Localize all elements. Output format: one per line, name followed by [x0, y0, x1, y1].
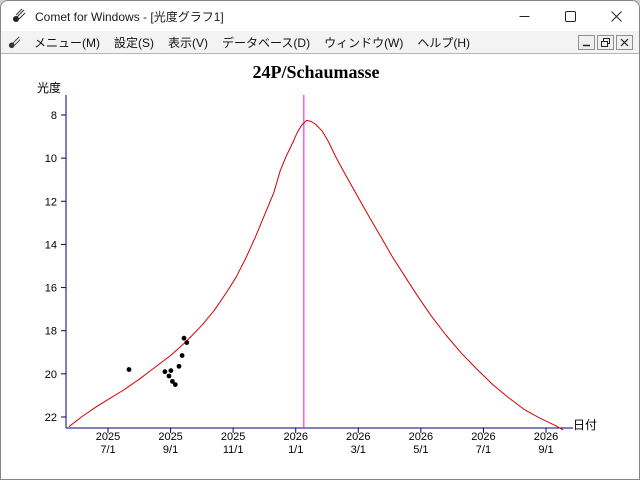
minimize-icon[interactable] — [501, 1, 547, 31]
app-window: Comet for Windows - [光度グラフ1] — [0, 0, 640, 480]
menu-item-help[interactable]: ヘルプ(H) — [410, 32, 477, 53]
y-tick-label: 18 — [45, 326, 57, 338]
menu-item-window[interactable]: ウィンドウ(W) — [317, 32, 410, 53]
x-tick-date: 11/1 — [223, 444, 244, 456]
x-tick-year: 2026 — [534, 431, 558, 443]
x-tick-date: 3/1 — [351, 444, 366, 456]
chart-area: 24P/Schaumasse 光度 日付 8 10 12 14 16 18 20 22 2025… — [1, 54, 639, 480]
mdi-minimize-icon[interactable] — [578, 35, 595, 50]
maximize-icon[interactable] — [547, 1, 593, 31]
observation-point — [182, 336, 187, 341]
chart-plot: 81012141618202220257/120259/1202511/1202… — [45, 95, 573, 456]
x-tick-date: 5/1 — [413, 444, 428, 456]
window-controls — [501, 1, 639, 31]
observation-point — [180, 353, 185, 358]
x-tick-year: 2026 — [471, 431, 495, 443]
x-tick-date: 1/1 — [288, 444, 303, 456]
menubar: メニュー(M) 設定(S) 表示(V) データベース(D) ウィンドウ(W) ヘ… — [1, 31, 639, 54]
x-tick-date: 9/1 — [163, 444, 178, 456]
y-tick-label: 8 — [51, 110, 57, 122]
x-tick-year: 2026 — [346, 431, 370, 443]
observation-point — [173, 382, 178, 387]
predicted-light-curve — [69, 120, 563, 430]
menu-item-database[interactable]: データベース(D) — [215, 32, 317, 53]
mdi-child-controls — [578, 35, 636, 50]
close-icon[interactable] — [593, 1, 639, 31]
y-tick-label: 10 — [45, 153, 57, 165]
x-tick-date: 9/1 — [538, 444, 553, 456]
observation-point — [167, 374, 172, 379]
menu-item-settings[interactable]: 設定(S) — [107, 32, 161, 53]
y-tick-label: 22 — [45, 412, 57, 424]
observation-point — [184, 340, 189, 345]
y-tick-label: 14 — [45, 239, 57, 251]
child-window-icon[interactable] — [7, 35, 22, 50]
y-axis-label: 光度 — [37, 80, 61, 95]
x-tick-year: 2025 — [158, 431, 182, 443]
x-tick-year: 2025 — [96, 431, 120, 443]
x-tick-year: 2025 — [221, 431, 245, 443]
menu-item-menu[interactable]: メニュー(M) — [27, 32, 107, 53]
x-tick-date: 7/1 — [476, 444, 491, 456]
mdi-close-icon[interactable] — [616, 35, 633, 50]
y-tick-label: 16 — [45, 283, 57, 295]
observation-point — [163, 369, 168, 374]
window-title: Comet for Windows - [光度グラフ1] — [35, 8, 224, 25]
y-tick-label: 20 — [45, 369, 57, 381]
observation-point — [127, 367, 132, 372]
x-tick-year: 2026 — [409, 431, 433, 443]
x-tick-year: 2026 — [283, 431, 307, 443]
menu-item-view[interactable]: 表示(V) — [161, 32, 215, 53]
titlebar: Comet for Windows - [光度グラフ1] — [1, 1, 639, 31]
mdi-restore-icon[interactable] — [597, 35, 614, 50]
x-tick-date: 7/1 — [100, 444, 115, 456]
observation-point — [177, 364, 182, 369]
y-tick-label: 12 — [45, 196, 57, 208]
chart-title: 24P/Schaumasse — [252, 62, 379, 82]
observation-point — [169, 368, 174, 373]
light-curve-chart: 24P/Schaumasse 光度 日付 8 10 12 14 16 18 20 22 2025… — [1, 54, 639, 479]
x-axis-label: 日付 — [573, 418, 597, 432]
app-icon[interactable] — [11, 8, 27, 24]
